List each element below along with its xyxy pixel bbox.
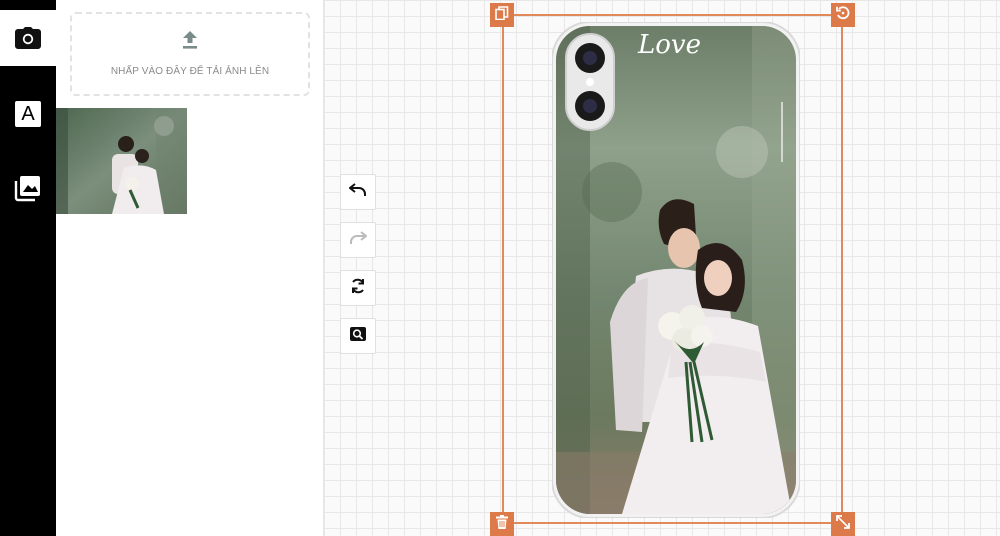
uploaded-photo-thumbnail[interactable] xyxy=(56,108,187,214)
images-icon xyxy=(14,174,42,202)
zoom-icon xyxy=(350,326,366,346)
tool-upload-photo[interactable] xyxy=(0,10,56,66)
copy-icon xyxy=(495,5,509,25)
tool-add-text[interactable]: A xyxy=(0,86,56,142)
text-icon: A xyxy=(15,101,41,127)
resize-icon xyxy=(836,514,850,534)
upload-label: NHẤP VÀO ĐÂY ĐỂ TẢI ẢNH LÊN xyxy=(110,66,270,77)
tool-sidebar: A xyxy=(0,0,56,536)
zoom-button[interactable] xyxy=(340,318,376,354)
camera-icon xyxy=(15,27,41,49)
undo-icon xyxy=(348,182,367,202)
app-root: A NHẤP VÀO ĐÂY ĐỂ TẢI ẢNH LÊN Love xyxy=(0,0,1000,536)
redo-icon xyxy=(349,230,368,250)
rotate-handle[interactable] xyxy=(831,3,855,27)
redo-button[interactable] xyxy=(340,222,376,258)
tool-images[interactable] xyxy=(0,160,56,216)
selection-frame xyxy=(502,14,843,524)
resize-handle[interactable] xyxy=(831,512,855,536)
rotate-icon xyxy=(836,5,850,25)
refresh-button[interactable] xyxy=(340,270,376,306)
upload-icon xyxy=(182,31,198,54)
delete-handle[interactable] xyxy=(490,512,514,536)
copy-handle[interactable] xyxy=(490,3,514,27)
delete-icon xyxy=(496,514,508,534)
text-glyph: A xyxy=(21,103,35,125)
upload-dropzone[interactable]: NHẤP VÀO ĐÂY ĐỂ TẢI ẢNH LÊN xyxy=(70,12,310,96)
refresh-icon xyxy=(350,278,366,299)
upload-panel: NHẤP VÀO ĐÂY ĐỂ TẢI ẢNH LÊN xyxy=(56,0,324,536)
undo-button[interactable] xyxy=(340,174,376,210)
design-canvas[interactable]: Love xyxy=(324,0,1000,536)
